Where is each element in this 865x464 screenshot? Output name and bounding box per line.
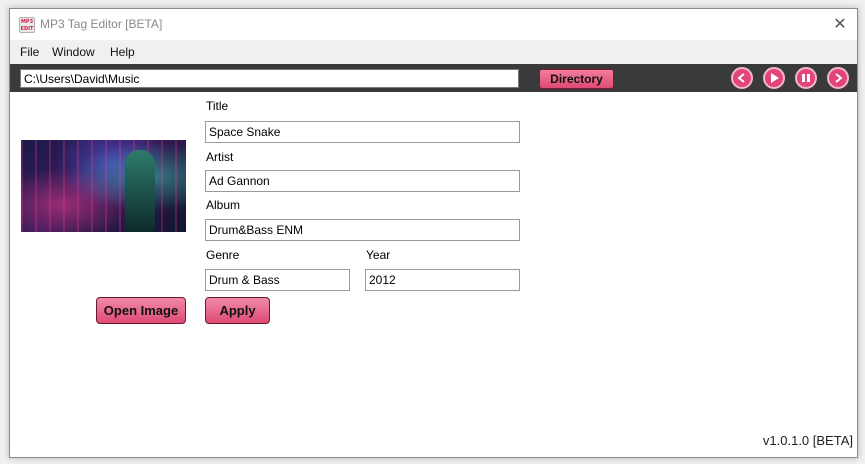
play-icon — [771, 73, 779, 83]
genre-label: Genre — [206, 248, 240, 262]
title-field[interactable] — [205, 121, 520, 143]
next-icon — [835, 73, 843, 83]
genre-field[interactable] — [205, 269, 350, 291]
previous-icon — [737, 73, 745, 83]
directory-button[interactable]: Directory — [539, 69, 614, 89]
app-icon: MP3 EDIT — [19, 17, 35, 33]
play-button[interactable] — [763, 67, 785, 89]
open-image-button[interactable]: Open Image — [96, 297, 186, 324]
apply-button[interactable]: Apply — [205, 297, 270, 324]
artist-label: Artist — [206, 150, 234, 164]
year-field[interactable] — [365, 269, 520, 291]
toolbar: Directory — [10, 64, 857, 92]
title-bar: MP3 EDIT MP3 Tag Editor [BETA] ✕ — [10, 9, 857, 40]
pause-button[interactable] — [795, 67, 817, 89]
title-label: Title — [206, 99, 229, 113]
year-label: Year — [366, 248, 391, 262]
version-label: v1.0.1.0 [BETA] — [762, 433, 853, 448]
window-title: MP3 Tag Editor [BETA] — [40, 17, 163, 31]
close-button[interactable]: ✕ — [829, 13, 851, 35]
menu-window[interactable]: Window — [52, 45, 95, 59]
next-button[interactable] — [827, 67, 849, 89]
menu-help[interactable]: Help — [110, 45, 135, 59]
directory-path-input[interactable] — [20, 69, 519, 88]
album-label: Album — [206, 198, 241, 212]
menu-bar: File Window Help — [10, 40, 857, 64]
pause-icon — [802, 74, 810, 82]
app-window: MP3 EDIT MP3 Tag Editor [BETA] ✕ File Wi… — [9, 8, 858, 458]
album-field[interactable] — [205, 219, 520, 241]
previous-button[interactable] — [731, 67, 753, 89]
artist-field[interactable] — [205, 170, 520, 192]
menu-file[interactable]: File — [20, 45, 39, 59]
album-cover-image — [21, 140, 186, 232]
